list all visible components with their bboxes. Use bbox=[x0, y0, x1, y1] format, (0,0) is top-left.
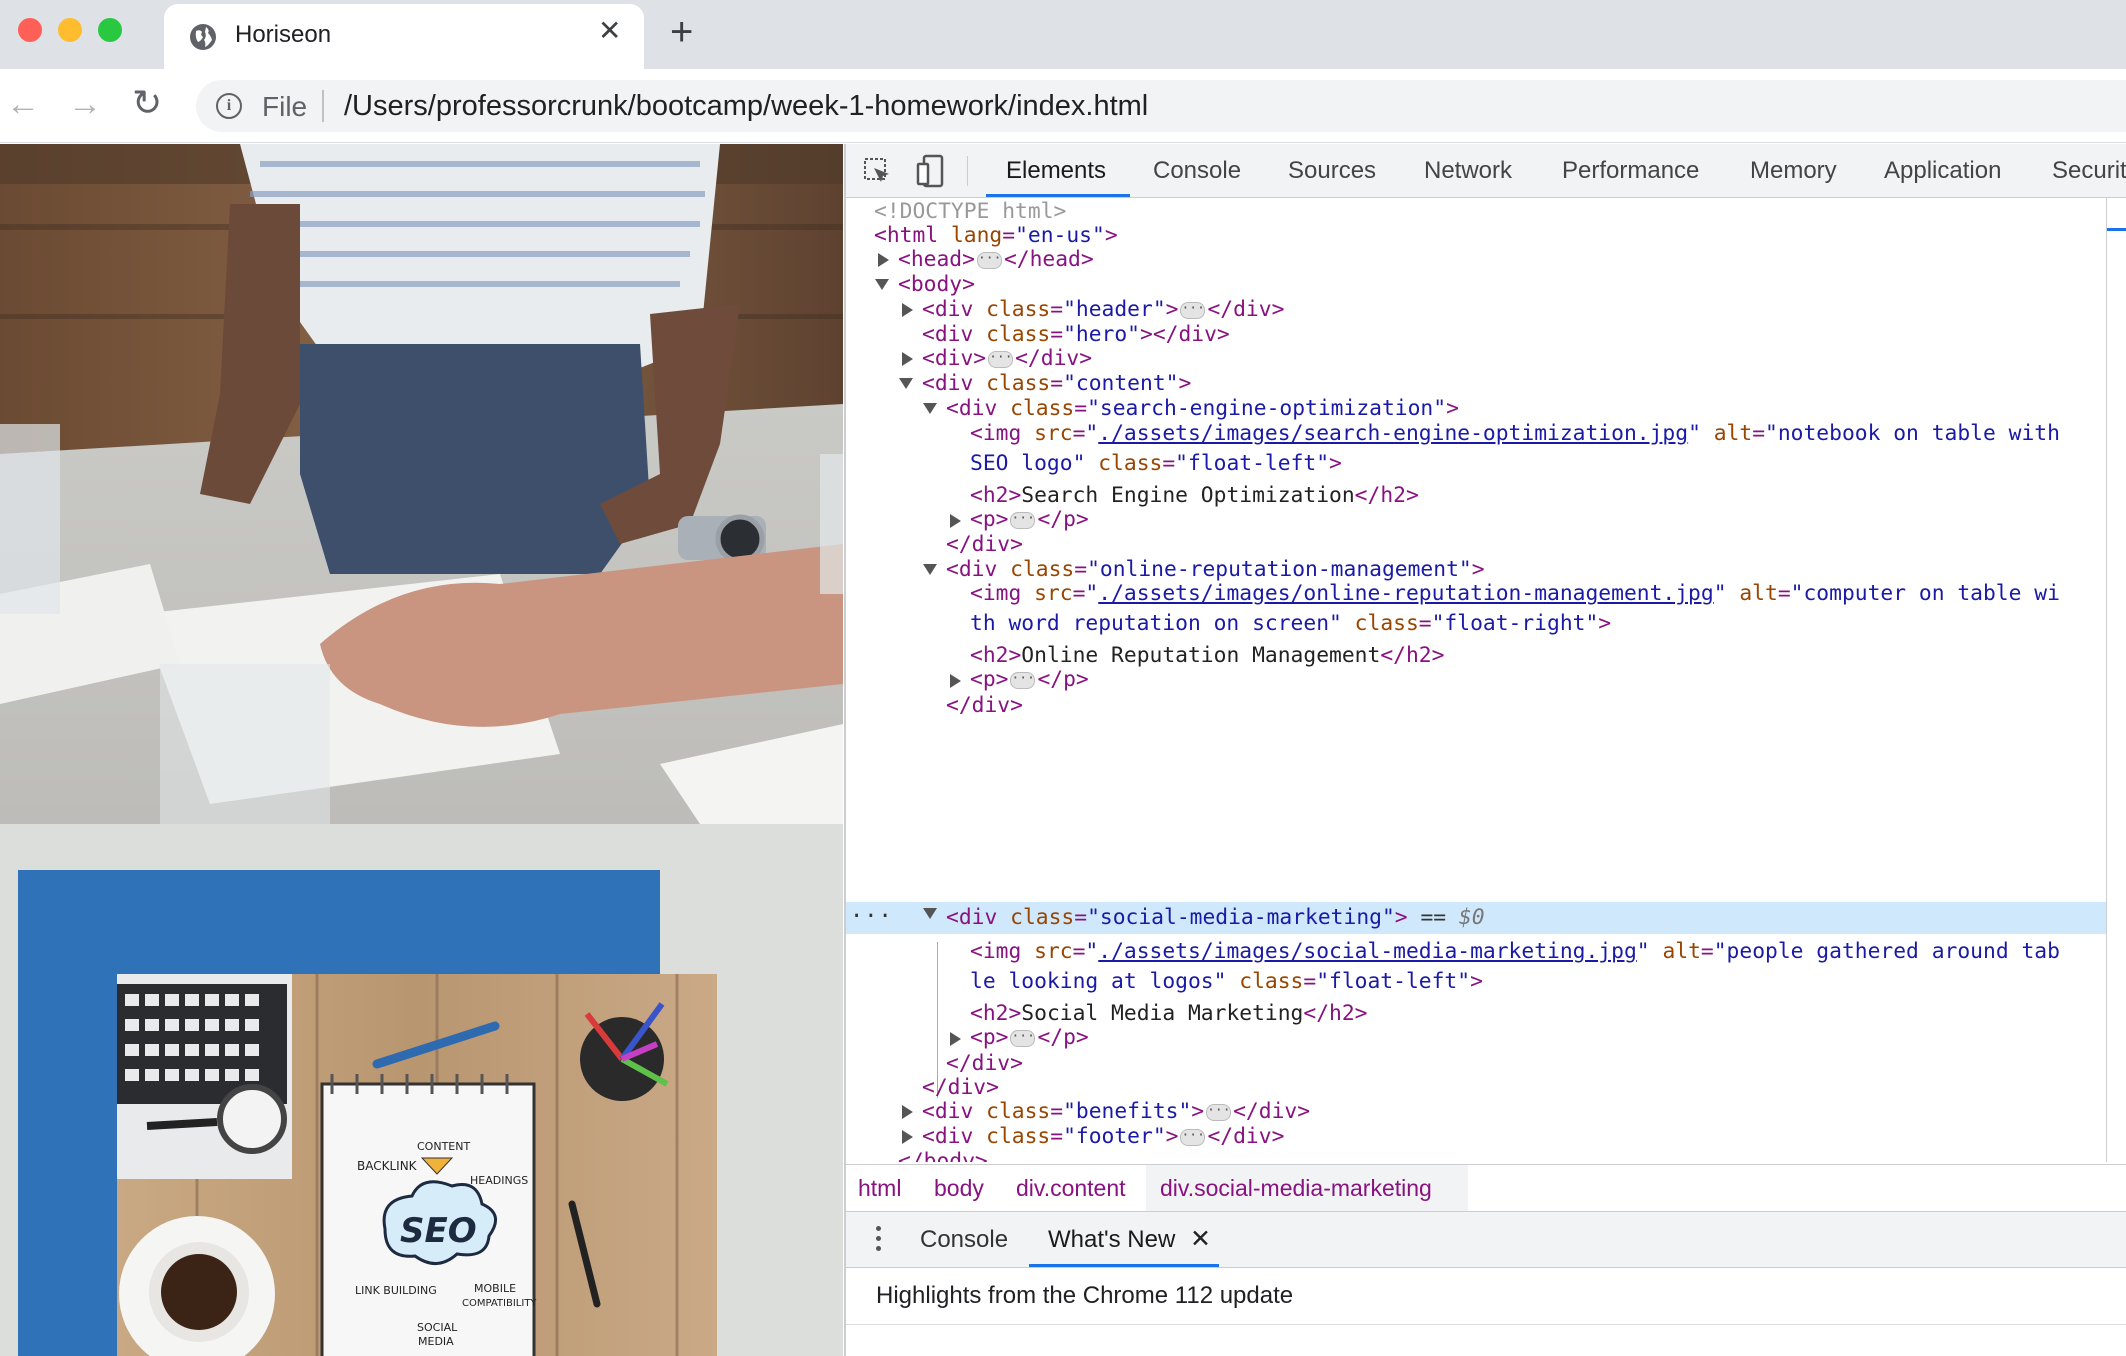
smm-img-node-cont[interactable]: le looking at logos" class="float-left"> bbox=[970, 968, 1483, 996]
orm-img-node-cont[interactable]: th word reputation on screen" class="flo… bbox=[970, 610, 1611, 638]
seo-word: SEO bbox=[400, 1211, 477, 1251]
address-bar[interactable]: i File /Users/professorcrunk/bootcamp/we… bbox=[196, 80, 2126, 132]
head-node[interactable]: <head> ··· </head> bbox=[898, 246, 1094, 274]
smm-p-node[interactable]: <p> ··· </p> bbox=[970, 1024, 1089, 1052]
expand-arrow-icon[interactable] bbox=[950, 514, 961, 528]
toolbar-separator bbox=[967, 156, 968, 186]
svg-text:BACKLINK: BACKLINK bbox=[357, 1159, 418, 1173]
tab-elements[interactable]: Elements bbox=[1006, 157, 1106, 185]
breadcrumb: html body div.content div.social-media-m… bbox=[846, 1164, 2126, 1212]
url-text[interactable]: /Users/professorcrunk/bootcamp/week-1-ho… bbox=[344, 90, 1148, 123]
seo-div-close[interactable]: </div> bbox=[946, 531, 1023, 559]
orm-img-node[interactable]: <img src="./assets/images/online-reputat… bbox=[970, 580, 2060, 608]
body-node[interactable]: <body> bbox=[898, 271, 975, 299]
tab-memory[interactable]: Memory bbox=[1750, 157, 1837, 185]
browser-toolbar: ← → ↻ i File /Users/professorcrunk/bootc… bbox=[0, 69, 2126, 143]
expand-arrow-icon[interactable] bbox=[950, 1032, 961, 1046]
whats-new-heading: Highlights from the Chrome 112 update bbox=[876, 1282, 1294, 1309]
close-window-button[interactable] bbox=[18, 18, 42, 42]
crumb-body[interactable]: body bbox=[934, 1175, 984, 1202]
content-div-node[interactable]: <div class="content"> bbox=[922, 370, 1191, 398]
tab-network[interactable]: Network bbox=[1424, 157, 1512, 185]
tab-strip: Horiseon ✕ + bbox=[0, 0, 2126, 70]
body-close[interactable]: </body> bbox=[898, 1148, 988, 1162]
collapse-arrow-icon[interactable] bbox=[899, 378, 913, 389]
tab-application[interactable]: Application bbox=[1884, 157, 2001, 185]
info-icon[interactable]: i bbox=[216, 93, 242, 119]
seo-p-node[interactable]: <p> ··· </p> bbox=[970, 506, 1089, 534]
page-viewport[interactable]: SEO CONTENT BACKLINK HEADINGS LINK BUILD… bbox=[0, 144, 843, 1356]
device-toolbar-icon[interactable] bbox=[916, 154, 946, 188]
div-node[interactable]: <div> ··· </div> bbox=[922, 345, 1092, 373]
node-actions-icon[interactable]: ··· bbox=[850, 904, 893, 929]
seo-img-node-cont[interactable]: SEO logo" class="float-left"> bbox=[970, 450, 1342, 478]
hero-image bbox=[0, 144, 843, 824]
svg-text:MEDIA: MEDIA bbox=[418, 1335, 454, 1348]
tab-close-icon[interactable]: ✕ bbox=[598, 17, 621, 45]
svg-text:HEADINGS: HEADINGS bbox=[470, 1174, 528, 1187]
back-icon[interactable]: ← bbox=[6, 87, 40, 121]
devtools-panel: Elements Console Sources Network Perform… bbox=[844, 144, 2126, 1356]
expand-arrow-icon[interactable] bbox=[902, 303, 913, 317]
crumb-html[interactable]: html bbox=[858, 1175, 901, 1202]
svg-text:LINK BUILDING: LINK BUILDING bbox=[355, 1284, 437, 1297]
reload-icon[interactable]: ↻ bbox=[132, 85, 162, 121]
file-scheme-label: File bbox=[262, 91, 308, 122]
divider bbox=[846, 1324, 2126, 1325]
tab-title: Horiseon bbox=[235, 21, 332, 48]
active-tab-indicator bbox=[986, 194, 1130, 197]
browser-tab[interactable]: Horiseon ✕ bbox=[164, 4, 644, 70]
seo-img-node[interactable]: <img src="./assets/images/search-engine-… bbox=[970, 420, 2060, 448]
header-div-node[interactable]: <div class="header"> ··· </div> bbox=[922, 296, 1284, 324]
url-separator bbox=[322, 90, 324, 122]
benefits-div-node[interactable]: <div class="benefits"> ··· </div> bbox=[922, 1098, 1310, 1126]
expand-arrow-icon[interactable] bbox=[902, 1130, 913, 1144]
tab-sources[interactable]: Sources bbox=[1288, 157, 1376, 185]
expand-arrow-icon[interactable] bbox=[902, 1105, 913, 1119]
new-tab-button[interactable]: + bbox=[670, 12, 693, 52]
crumb-div-content[interactable]: div.content bbox=[1016, 1175, 1126, 1202]
collapse-arrow-icon[interactable] bbox=[923, 564, 937, 575]
collapse-arrow-icon[interactable] bbox=[923, 908, 937, 919]
svg-text:CONTENT: CONTENT bbox=[417, 1140, 470, 1153]
seo-div-node[interactable]: <div class="search-engine-optimization"> bbox=[946, 395, 1459, 423]
collapse-arrow-icon[interactable] bbox=[875, 279, 889, 290]
drawer-tab-whats-new[interactable]: What's New bbox=[1048, 1226, 1175, 1254]
inspect-element-icon[interactable] bbox=[862, 156, 892, 186]
styles-pane-edge[interactable] bbox=[2106, 198, 2126, 1162]
collapse-arrow-icon[interactable] bbox=[923, 403, 937, 414]
footer-div-node[interactable]: <div class="footer"> ··· </div> bbox=[922, 1123, 1284, 1151]
drawer-active-indicator bbox=[1029, 1264, 1219, 1267]
svg-text:COMPATIBILITY: COMPATIBILITY bbox=[462, 1298, 537, 1309]
tab-security[interactable]: Securit bbox=[2052, 157, 2126, 185]
forward-icon[interactable]: → bbox=[68, 87, 102, 121]
dom-tree[interactable]: ··· <!DOCTYPE html> <html lang="en-us"> … bbox=[846, 198, 2106, 1162]
drawer-tab-console[interactable]: Console bbox=[920, 1226, 1008, 1254]
orm-p-node[interactable]: <p> ··· </p> bbox=[970, 666, 1089, 694]
expand-arrow-icon[interactable] bbox=[950, 674, 961, 688]
orm-div-close[interactable]: </div> bbox=[946, 692, 1023, 720]
maximize-window-button[interactable] bbox=[98, 18, 122, 42]
expand-arrow-icon[interactable] bbox=[902, 352, 913, 366]
svg-text:MOBILE: MOBILE bbox=[474, 1282, 516, 1295]
drawer-tabbar: Console What's New ✕ bbox=[846, 1212, 2126, 1268]
devtools-toolbar: Elements Console Sources Network Perform… bbox=[846, 144, 2126, 198]
crumb-div-social-media-marketing[interactable]: div.social-media-marketing bbox=[1160, 1175, 1432, 1202]
close-drawer-tab-icon[interactable]: ✕ bbox=[1190, 1224, 1211, 1254]
smm-div-node-selected[interactable]: <div class="social-media-marketing"> == … bbox=[946, 902, 1485, 934]
smm-img-node[interactable]: <img src="./assets/images/social-media-m… bbox=[970, 938, 2060, 966]
minimize-window-button[interactable] bbox=[58, 18, 82, 42]
more-options-icon[interactable] bbox=[876, 1226, 884, 1256]
expand-arrow-icon[interactable] bbox=[878, 253, 889, 267]
seo-section-image: SEO CONTENT BACKLINK HEADINGS LINK BUILD… bbox=[117, 974, 717, 1356]
tab-performance[interactable]: Performance bbox=[1562, 157, 1699, 185]
svg-text:SOCIAL: SOCIAL bbox=[417, 1321, 458, 1334]
globe-icon bbox=[190, 24, 216, 50]
tab-console[interactable]: Console bbox=[1153, 157, 1241, 185]
styles-tab-indicator bbox=[2107, 228, 2126, 231]
